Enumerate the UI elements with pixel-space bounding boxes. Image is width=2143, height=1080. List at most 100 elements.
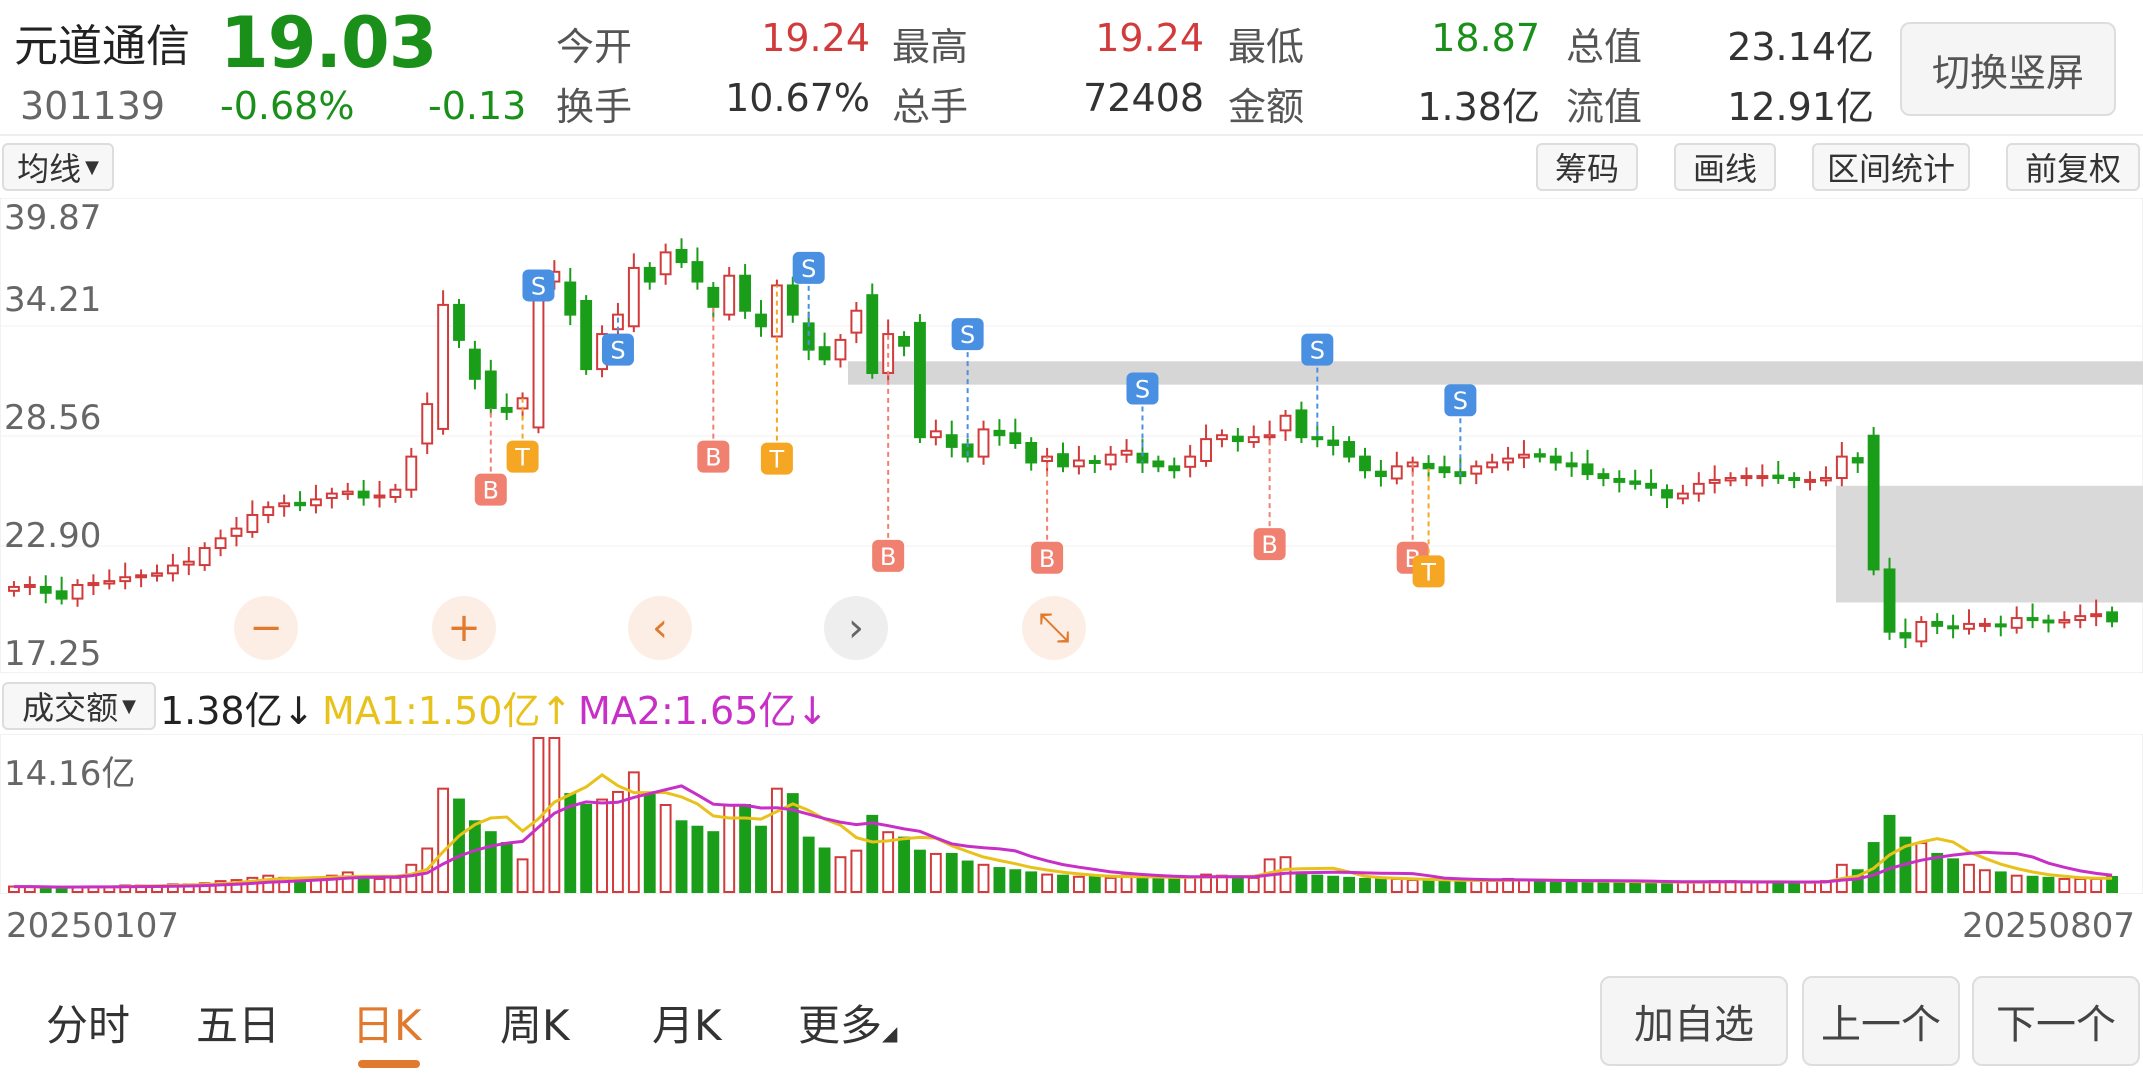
trade-marker-t[interactable]: T [1412,468,1445,588]
candle [993,429,1006,437]
tab-daily-k[interactable]: 日K [352,992,422,1053]
current-price: 19.03 [220,2,437,84]
volume-bar [1438,880,1451,894]
tab-more-label: 更多 [798,1001,883,1050]
volume-bar [1613,881,1626,894]
trade-marker-b[interactable]: B [474,407,507,506]
ma-selector[interactable]: 均线 ▼ [2,143,114,191]
candle [1676,492,1689,500]
volume-bar [1057,874,1069,894]
svg-text:S: S [1453,387,1468,415]
volume-bar [2090,877,2103,894]
candle [103,580,116,585]
volume-bar [1359,877,1371,894]
svg-text:S: S [801,255,816,283]
candle [1518,453,1530,459]
candle [850,309,863,334]
volume-bar [500,842,513,893]
chips-button[interactable]: 筹码 [1536,143,1638,191]
volume-bar [468,820,481,893]
volume-bar [707,831,720,893]
candle [1168,465,1181,472]
quote-value-float-cap: 12.91亿 [1727,85,1874,129]
switch-portrait-button[interactable]: 切换竖屏 [1900,22,2116,116]
indicator-selector[interactable]: 成交额 ▼ [2,682,156,730]
candle [1883,568,1896,633]
trade-marker-b[interactable]: B [697,306,730,473]
candle [230,527,243,537]
tab-monthly-k[interactable]: 月K [652,992,722,1053]
candle [1200,438,1212,462]
volume-bar [993,867,1006,893]
volume-bar [1247,876,1260,894]
candle [1645,482,1658,489]
zoom-in-button[interactable]: + [432,596,496,660]
volume-bar [898,836,910,893]
candle [627,266,640,328]
draw-line-button[interactable]: 画线 [1674,143,1776,191]
minus-icon: − [249,605,283,651]
candle [246,513,259,533]
trade-marker-b[interactable]: B [1253,435,1286,561]
candle [278,502,291,508]
collapse-arrows-icon: ⤡ [1038,605,1070,651]
stock-code: 301139 [20,84,166,128]
end-date-label: 20250807 [1962,906,2136,946]
candle [151,572,163,577]
candle [866,294,879,374]
volume-bar [1009,869,1022,893]
volume-ma1-line [13,773,2113,889]
volume-bar [1041,873,1054,894]
candle [1422,462,1435,470]
candle [2026,617,2039,622]
previous-stock-button[interactable]: 上一个 [1802,976,1960,1066]
move-left-button[interactable]: ‹ [628,596,692,660]
trade-marker-s[interactable]: S [522,269,555,302]
price-adjust-button[interactable]: 前复权 [2006,143,2140,191]
reset-zoom-button[interactable]: ⤡ [1022,596,1086,660]
candle [1756,475,1769,480]
gap-zone [1836,485,2143,603]
tab-more[interactable]: 更多◢ [798,992,897,1053]
candle [739,274,752,312]
volume-bar [2074,877,2087,894]
candle [1724,477,1737,482]
candle [2090,613,2103,618]
tab-five-day[interactable]: 五日 [196,992,280,1053]
svg-text:B: B [1039,545,1055,573]
tab-weekly-k[interactable]: 周K [500,992,570,1053]
candle [468,348,481,380]
candle [1994,623,2007,628]
volume-bar [1311,874,1324,894]
volume-bar [914,849,926,893]
candle [1613,477,1626,483]
candle [1295,409,1308,439]
svg-text:S: S [1310,337,1325,365]
volume-chart[interactable] [0,734,2143,894]
candle [23,584,36,589]
next-stock-button[interactable]: 下一个 [1972,976,2140,1066]
trade-marker-b[interactable]: B [1031,456,1064,574]
candle [453,303,465,341]
candle [723,274,736,316]
tab-intraday[interactable]: 分时 [46,992,130,1053]
svg-text:S: S [610,337,625,365]
volume-bar [580,803,593,893]
quote-label-low: 最低 [1228,25,1305,69]
candle [1152,460,1165,468]
range-stats-button[interactable]: 区间统计 [1812,143,1970,191]
candle [182,560,195,566]
volume-bar [1422,879,1435,894]
candle [119,576,132,583]
candle [564,281,577,316]
candle [1581,463,1594,476]
candle [802,322,815,351]
volume-bar [2058,877,2071,894]
zoom-out-button[interactable]: − [234,596,298,660]
candle [834,338,847,361]
candle [1978,622,1991,627]
move-right-button[interactable]: › [824,596,888,660]
add-watchlist-button[interactable]: 加自选 [1600,976,1788,1066]
quote-value-high: 19.24 [1095,16,1204,60]
candle [39,585,52,594]
